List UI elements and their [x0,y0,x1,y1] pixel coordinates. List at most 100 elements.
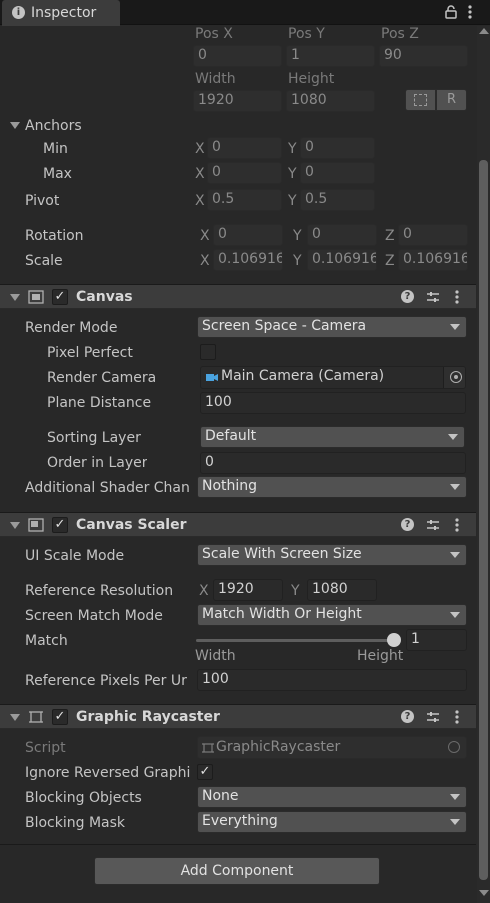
graphic-raycaster-header[interactable]: ✓ Graphic Raycaster ? [0,704,476,729]
plane-distance-field[interactable]: 100 [200,392,466,414]
add-component-button[interactable]: Add Component [94,857,380,885]
reference-resolution-y-field[interactable]: 1080 [307,579,377,601]
graphic-raycaster-title: Graphic Raycaster [76,709,220,725]
rotation-y-field[interactable]: 0 [307,224,377,246]
scale-x-field[interactable]: 0.106916 [213,249,283,271]
pixel-perfect-checkbox[interactable] [200,344,216,360]
anchor-max-x-field[interactable]: 0 [207,162,282,184]
anchors-foldout-arrow[interactable] [10,122,20,129]
pos-y-label: Pos Y [288,26,325,42]
pos-x-field[interactable]: 0 [193,45,282,67]
match-slider-handle[interactable] [387,633,401,647]
anchor-max-y-field[interactable]: 0 [300,162,375,184]
scrollbar-down-arrow[interactable] [479,890,489,896]
canvas-scaler-presets-icon[interactable] [426,518,440,532]
ui-scale-mode-dropdown[interactable]: Scale With Screen Size [197,544,467,566]
graphic-raycaster-help-icon[interactable]: ? [401,710,414,723]
pos-y-field[interactable]: 1 [286,45,375,67]
chevron-down-icon [450,552,460,558]
ignore-reversed-graphics-checkbox[interactable]: ✓ [197,764,213,780]
match-width-label: Width [195,648,236,664]
sorting-layer-dropdown[interactable]: Default [200,426,465,448]
order-in-layer-field[interactable]: 0 [200,452,466,474]
rotation-x-field[interactable]: 0 [213,224,283,246]
blocking-mask-label: Blocking Mask [25,815,126,831]
width-field[interactable]: 1920 [193,90,282,112]
chevron-down-icon [450,484,460,490]
render-camera-label: Render Camera [47,370,157,386]
raw-edit-button[interactable]: R [436,89,467,111]
canvas-scaler-component-icon [28,518,44,532]
sorting-layer-label: Sorting Layer [47,430,141,446]
pivot-x-field[interactable]: 0.5 [207,189,282,211]
reference-resolution-x-field[interactable]: 1920 [213,579,283,601]
chevron-down-icon [448,434,458,440]
scrollbar-thumb[interactable] [479,160,488,880]
graphic-raycaster-enabled-checkbox[interactable]: ✓ [52,709,68,725]
anchors-label[interactable]: Anchors [25,117,82,135]
scale-y-field[interactable]: 0.106916 [307,249,377,271]
raw-edit-label: R [447,92,457,107]
canvas-presets-icon[interactable] [426,290,440,304]
script-picker-icon [448,741,460,753]
info-icon: i [12,6,25,19]
render-mode-dropdown[interactable]: Screen Space - Camera [197,316,467,338]
render-camera-field[interactable]: Main Camera (Camera) [200,366,466,389]
canvas-context-menu-icon[interactable] [453,289,461,305]
lock-icon[interactable] [444,5,458,19]
width-label: Width [195,71,236,87]
anchor-min-y-field[interactable]: 0 [300,137,375,159]
shader-channels-label: Additional Shader Chan [25,480,190,496]
scale-z-field[interactable]: 0.106916 [398,249,468,271]
rotation-z-field[interactable]: 0 [398,224,468,246]
canvas-scaler-foldout-arrow[interactable] [10,522,20,529]
anchor-min-x-field[interactable]: 0 [207,137,282,159]
canvas-help-icon[interactable]: ? [401,290,414,303]
pos-z-label: Pos Z [381,26,419,42]
canvas-enabled-checkbox[interactable]: ✓ [52,289,68,305]
script-label: Script [25,740,66,756]
blocking-objects-dropdown[interactable]: None [197,786,467,808]
graphic-raycaster-foldout-arrow[interactable] [10,714,20,721]
canvas-scaler-help-icon[interactable]: ? [401,518,414,531]
blocking-mask-value: Everything [202,813,278,829]
pixel-perfect-label: Pixel Perfect [47,345,133,361]
shader-channels-dropdown[interactable]: Nothing [197,476,467,498]
canvas-header[interactable]: ✓ Canvas ? [0,284,476,309]
height-field[interactable]: 1080 [286,90,375,112]
screen-match-mode-dropdown[interactable]: Match Width Or Height [197,604,467,626]
script-value: GraphicRaycaster [216,739,341,755]
scale-x-label: X [200,253,210,269]
canvas-foldout-arrow[interactable] [10,294,20,301]
render-mode-value: Screen Space - Camera [202,318,367,334]
canvas-scaler-header[interactable]: ✓ Canvas Scaler ? [0,512,476,537]
rotation-label: Rotation [25,228,84,244]
pivot-y-field[interactable]: 0.5 [300,189,375,211]
render-mode-label: Render Mode [25,320,118,336]
more-menu-icon[interactable] [466,4,474,20]
blocking-mask-dropdown[interactable]: Everything [197,811,467,833]
pos-x-label: Pos X [195,26,233,42]
anchor-max-y-label: Y [288,166,297,182]
plane-distance-label: Plane Distance [47,395,152,411]
sorting-layer-value: Default [205,428,257,444]
inspector-tab[interactable]: i Inspector [2,0,120,26]
chevron-down-icon [450,612,460,618]
pivot-x-label: X [195,193,205,209]
object-picker-icon[interactable] [443,367,465,388]
graphic-raycaster-context-menu-icon[interactable] [453,709,461,725]
scrollbar-up-arrow[interactable] [479,28,489,34]
graphic-raycaster-component-icon [29,711,43,723]
match-value-field[interactable]: 1 [406,629,467,651]
canvas-scaler-enabled-checkbox[interactable]: ✓ [52,517,68,533]
canvas-scaler-context-menu-icon[interactable] [453,517,461,533]
reference-ppu-field[interactable]: 100 [197,669,467,691]
match-slider-track[interactable] [196,639,394,642]
section-separator [0,844,476,845]
blueprint-mode-button[interactable] [405,89,436,111]
blocking-objects-value: None [202,788,239,804]
match-label: Match [25,633,68,649]
pos-z-field[interactable]: 90 [379,45,468,67]
chevron-down-icon [450,324,460,330]
graphic-raycaster-presets-icon[interactable] [426,710,440,724]
